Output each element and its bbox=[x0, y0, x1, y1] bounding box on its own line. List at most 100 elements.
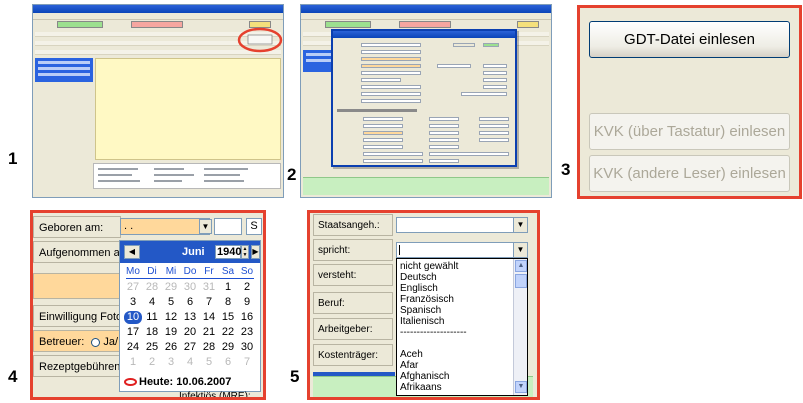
calendar-day[interactable]: 2 bbox=[238, 281, 256, 294]
calendar-day[interactable]: 29 bbox=[219, 341, 237, 354]
calendar-day[interactable]: 26 bbox=[162, 341, 180, 354]
scroll-down-button[interactable]: ▼ bbox=[515, 381, 527, 393]
language-option[interactable]: Französisch bbox=[400, 294, 454, 305]
calendar-day[interactable]: 5 bbox=[200, 356, 218, 369]
calendar-day[interactable]: 4 bbox=[143, 296, 161, 309]
thumb-titlebar bbox=[33, 5, 283, 13]
s-field[interactable]: S bbox=[246, 218, 262, 235]
chevron-down-icon[interactable]: ▼ bbox=[513, 218, 527, 232]
language-listbox[interactable]: nicht gewählt Deutsch Englisch Französisch S… bbox=[396, 258, 528, 396]
highlight-ellipse bbox=[237, 27, 283, 53]
thumb-toolbar-button-green[interactable] bbox=[325, 21, 371, 28]
calendar-day[interactable]: 14 bbox=[200, 311, 218, 324]
insurer-label: Kostenträger: bbox=[313, 344, 393, 366]
calendar-day[interactable]: 13 bbox=[181, 311, 199, 324]
calendar-day[interactable]: 8 bbox=[219, 296, 237, 309]
gdt-import-button[interactable]: GDT-Datei einlesen bbox=[589, 21, 790, 58]
language-option[interactable]: Deutsch bbox=[400, 272, 437, 283]
scroll-up-button[interactable]: ▲ bbox=[515, 260, 527, 272]
caregiver-row: Betreuer: Ja/ bbox=[33, 330, 121, 352]
thumb-toolbar-button-yellow[interactable] bbox=[517, 21, 539, 28]
language-option[interactable]: Afghanisch bbox=[400, 371, 449, 382]
scroll-thumb[interactable] bbox=[515, 274, 527, 288]
calendar-day[interactable]: 22 bbox=[219, 326, 237, 339]
panel-import-buttons: GDT-Datei einlesen KVK (über Tastatur) e… bbox=[577, 5, 802, 199]
calendar-day[interactable]: 25 bbox=[143, 341, 161, 354]
language-option[interactable]: Afar bbox=[400, 360, 418, 371]
weekday-header: Fr bbox=[204, 266, 214, 277]
listbox-scrollbar[interactable]: ▲ ▼ bbox=[513, 259, 527, 395]
calendar-day[interactable]: 17 bbox=[124, 326, 142, 339]
caregiver-yes-radio[interactable] bbox=[91, 337, 101, 347]
chevron-down-icon[interactable]: ▼ bbox=[513, 243, 527, 257]
figure-number-5: 5 bbox=[290, 367, 300, 386]
calendar-day[interactable]: 20 bbox=[181, 326, 199, 339]
calendar-month: Juni bbox=[182, 246, 205, 258]
calendar-day[interactable]: 27 bbox=[124, 281, 142, 294]
calendar-day[interactable]: 15 bbox=[219, 311, 237, 324]
thumb-toolbar-button-red[interactable] bbox=[131, 21, 183, 28]
calendar-day[interactable]: 16 bbox=[238, 311, 256, 324]
kvk-other-reader-import-button[interactable]: KVK (andere Leser) einlesen bbox=[589, 155, 790, 192]
calendar-day[interactable]: 7 bbox=[238, 356, 256, 369]
thumb-patient-list[interactable] bbox=[35, 58, 93, 82]
calendar-day[interactable]: 27 bbox=[181, 341, 199, 354]
birthdate-extra-field[interactable] bbox=[214, 218, 242, 235]
employer-label: Arbeitgeber: bbox=[313, 318, 393, 340]
calendar-day[interactable]: 29 bbox=[162, 281, 180, 294]
today-link[interactable]: Heute: 10.06.2007 bbox=[124, 376, 231, 388]
calendar-day[interactable]: 9 bbox=[238, 296, 256, 309]
orange-field[interactable] bbox=[33, 273, 121, 299]
language-option[interactable]: Spanisch bbox=[400, 305, 441, 316]
calendar-day[interactable]: 4 bbox=[181, 356, 199, 369]
language-option[interactable]: -------------------- bbox=[400, 327, 467, 338]
language-option[interactable]: Englisch bbox=[400, 283, 438, 294]
caregiver-label: Betreuer: bbox=[39, 336, 85, 348]
nationality-label: Staatsangeh.: bbox=[313, 214, 393, 236]
calendar-day[interactable]: 2 bbox=[143, 356, 161, 369]
calendar-day[interactable]: 19 bbox=[162, 326, 180, 339]
language-option[interactable]: Aceh bbox=[400, 349, 423, 360]
calendar-day[interactable]: 28 bbox=[200, 341, 218, 354]
calendar-day[interactable]: 28 bbox=[143, 281, 161, 294]
speaks-select[interactable]: ▼ bbox=[396, 242, 528, 258]
next-month-arrow[interactable]: ▶ bbox=[251, 245, 260, 259]
figure-number-4: 4 bbox=[8, 367, 18, 386]
calendar-day[interactable]: 6 bbox=[181, 296, 199, 309]
calendar-day[interactable]: 21 bbox=[200, 326, 218, 339]
thumb-toolbar-button-green[interactable] bbox=[57, 21, 103, 28]
calendar-year-input[interactable]: 1940 bbox=[215, 245, 241, 259]
thumb-toolbar-button-red[interactable] bbox=[399, 21, 451, 28]
calendar-day[interactable]: 1 bbox=[219, 281, 237, 294]
birthdate-dropdown-button[interactable]: ▼ bbox=[199, 219, 212, 234]
calendar-day[interactable]: 7 bbox=[200, 296, 218, 309]
kvk-keyboard-import-button[interactable]: KVK (über Tastatur) einlesen bbox=[589, 113, 790, 150]
language-option[interactable]: nicht gewählt bbox=[400, 261, 458, 272]
calendar-popup: ◀ Juni 1940 ▲ ▼ Heute: 10.06.2007 Mo Di Mi D… bbox=[119, 240, 261, 392]
calendar-day[interactable]: 18 bbox=[143, 326, 161, 339]
calendar-day[interactable]: 3 bbox=[162, 356, 180, 369]
calendar-day[interactable]: 24 bbox=[124, 341, 142, 354]
calendar-day-selected[interactable]: 10 bbox=[124, 311, 142, 324]
calendar-day[interactable]: 1 bbox=[124, 356, 142, 369]
calendar-day[interactable]: 3 bbox=[124, 296, 142, 309]
calendar-day[interactable]: 31 bbox=[200, 281, 218, 294]
calendar-day[interactable]: 6 bbox=[219, 356, 237, 369]
thumb-dialog-window bbox=[331, 29, 517, 167]
figure-number-1: 1 bbox=[8, 149, 18, 168]
calendar-day[interactable]: 5 bbox=[162, 296, 180, 309]
calendar-day[interactable]: 11 bbox=[143, 311, 161, 324]
weekday-header: Mi bbox=[165, 266, 177, 277]
calendar-day[interactable]: 30 bbox=[238, 341, 256, 354]
calendar-day[interactable]: 23 bbox=[238, 326, 256, 339]
nationality-select[interactable]: ▼ bbox=[396, 217, 528, 233]
birthdate-input[interactable]: . . bbox=[120, 218, 210, 235]
language-option[interactable]: Afrikaans bbox=[400, 382, 442, 393]
panel-date-picker: Geboren am: . . ▼ S Aufgenommen am: Einw… bbox=[30, 210, 266, 400]
language-option[interactable]: Italienisch bbox=[400, 316, 444, 327]
calendar-day[interactable]: 12 bbox=[162, 311, 180, 324]
calendar-day[interactable]: 30 bbox=[181, 281, 199, 294]
year-spinner[interactable]: ▲ ▼ bbox=[241, 245, 249, 259]
prev-month-button[interactable]: ◀ bbox=[124, 245, 140, 259]
screenshot-patient-dialog bbox=[300, 4, 552, 198]
